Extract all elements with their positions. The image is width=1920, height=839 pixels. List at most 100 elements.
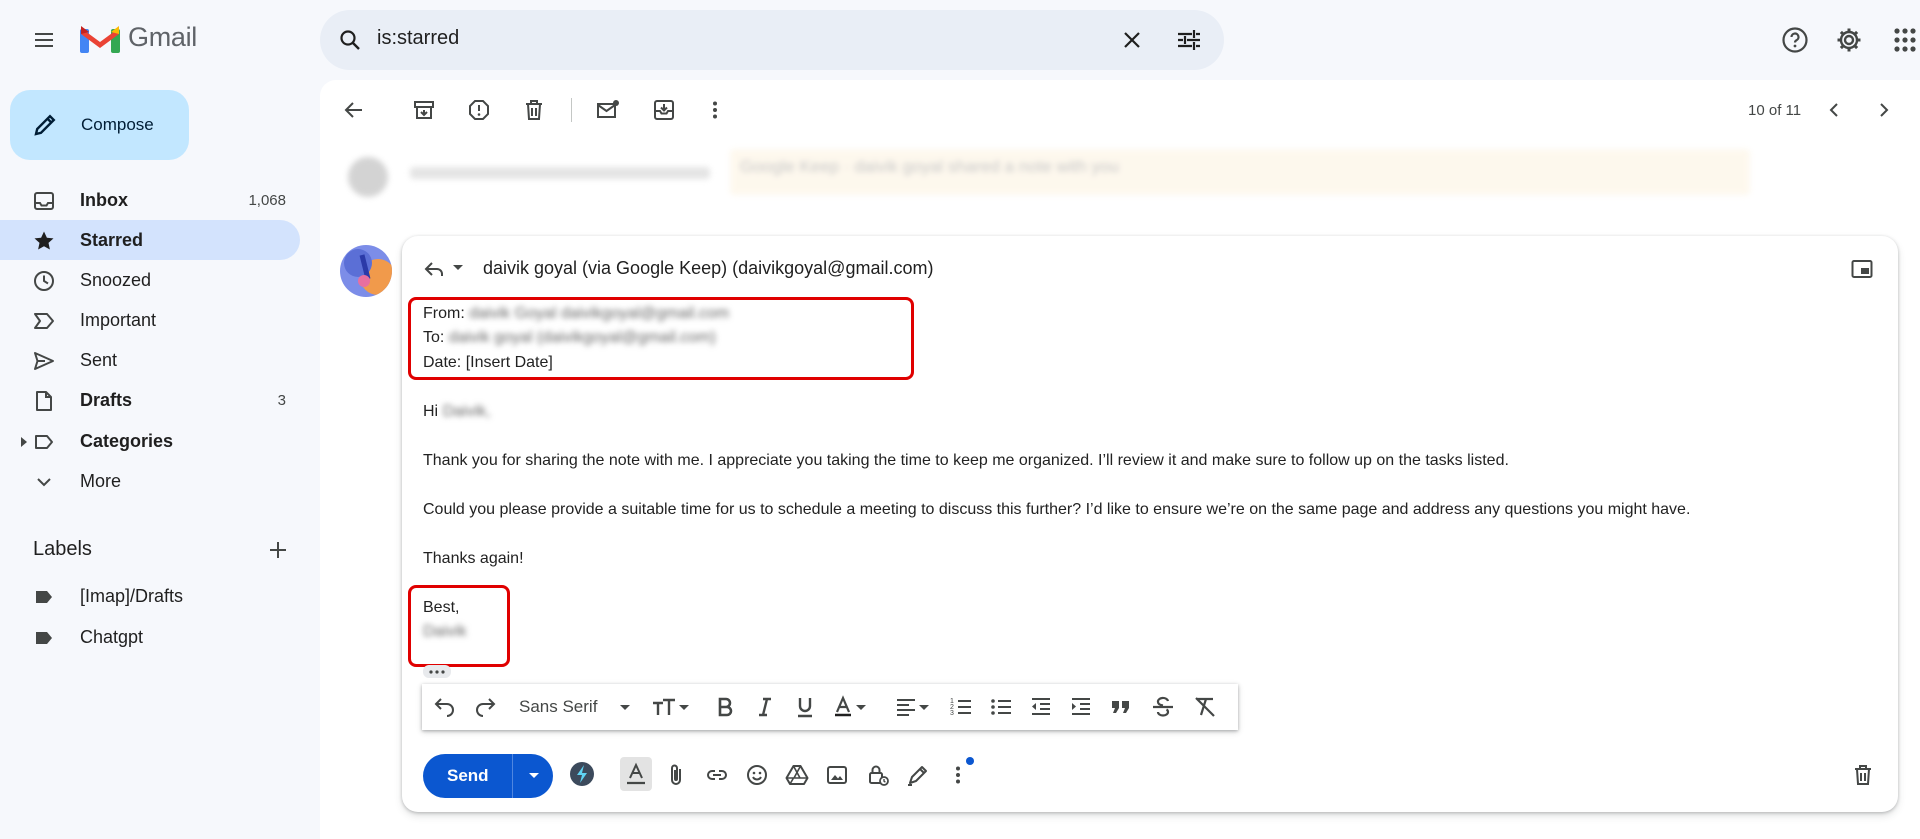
- label-tag-icon: [36, 591, 52, 603]
- sidebar-item-starred[interactable]: Starred: [0, 220, 300, 260]
- font-dropdown-icon[interactable]: [619, 704, 631, 711]
- align-icon[interactable]: [894, 695, 932, 719]
- note-snippet: Google Keep · daivik goyal shared a note…: [740, 157, 1119, 176]
- sidebar-item-drafts[interactable]: Drafts 3: [0, 380, 300, 420]
- back-arrow-icon[interactable]: [342, 98, 366, 122]
- confidential-mode-icon[interactable]: [866, 763, 890, 787]
- date-line: Date: [Insert Date]: [423, 354, 553, 371]
- quote-icon[interactable]: [1109, 695, 1133, 719]
- font-size-icon[interactable]: [651, 695, 689, 719]
- search-icon[interactable]: [338, 28, 362, 52]
- remove-formatting-icon[interactable]: [1193, 695, 1217, 719]
- bulleted-list-icon[interactable]: [989, 695, 1013, 719]
- sidebar-item-label: Snoozed: [80, 270, 152, 290]
- label-item-chatgpt[interactable]: Chatgpt: [0, 617, 300, 657]
- previous-message-collapsed[interactable]: Google Keep · daivik goyal shared a note…: [330, 145, 1770, 215]
- pop-out-icon[interactable]: [1851, 259, 1873, 279]
- google-apps-button[interactable]: [1893, 20, 1920, 60]
- discard-draft-icon[interactable]: [1851, 763, 1875, 787]
- gmail-wordmark: Gmail: [128, 22, 198, 52]
- from-value: daivik Goyal daivikgoyal@gmail.com: [469, 305, 730, 322]
- show-trimmed-content-button[interactable]: [423, 665, 451, 678]
- sidebar-item-label: Important: [80, 310, 157, 330]
- unread-count: 1,068: [248, 192, 286, 209]
- more-vert-icon[interactable]: [703, 98, 727, 122]
- greeting-line: Hi Daivik,: [423, 403, 491, 421]
- to-line: To: daivik goyal (daivikgoyal@gmail.com): [423, 329, 716, 347]
- report-spam-icon[interactable]: [467, 98, 491, 122]
- mark-unread-icon[interactable]: [596, 98, 620, 122]
- body-paragraph-2: Could you please provide a suitable time…: [423, 501, 1691, 518]
- delete-icon[interactable]: [522, 98, 546, 122]
- text-color-icon[interactable]: [833, 695, 867, 719]
- greeting-name: Daivik,: [442, 403, 491, 420]
- chevron-left-icon[interactable]: [1822, 98, 1846, 122]
- avatar: [340, 245, 392, 297]
- bold-icon[interactable]: [713, 695, 737, 719]
- search-input[interactable]: is:starred: [377, 27, 459, 50]
- underline-icon[interactable]: [793, 695, 817, 719]
- google-drive-icon[interactable]: [785, 763, 809, 787]
- insert-link-icon[interactable]: [705, 763, 729, 787]
- gmail-logo[interactable]: Gmail: [80, 22, 197, 53]
- sidebar-item-label: More: [80, 471, 122, 491]
- indent-less-icon[interactable]: [1029, 695, 1053, 719]
- strikethrough-icon[interactable]: [1151, 695, 1175, 719]
- emoji-icon[interactable]: [745, 763, 769, 787]
- numbered-list-icon[interactable]: 123: [949, 695, 973, 719]
- reply-type-dropdown-icon[interactable]: [452, 264, 464, 272]
- pencil-icon: [34, 114, 56, 136]
- support-button[interactable]: [1775, 20, 1815, 60]
- italic-icon[interactable]: [753, 695, 777, 719]
- compose-button[interactable]: Compose: [10, 90, 189, 160]
- sidebar-item-inbox[interactable]: Inbox 1,068: [0, 180, 300, 220]
- clock-icon: [34, 271, 54, 291]
- expand-arrow-icon[interactable]: [20, 437, 28, 447]
- compose-label: Compose: [81, 115, 154, 134]
- star-icon: [34, 231, 54, 250]
- main-menu-button[interactable]: [24, 20, 64, 60]
- redo-icon[interactable]: [473, 695, 497, 719]
- chevron-down-icon: [37, 478, 51, 487]
- sidebar-item-label: Starred: [80, 230, 144, 250]
- insert-photo-icon[interactable]: [825, 763, 849, 787]
- search-bar[interactable]: is:starred: [320, 10, 1224, 70]
- archive-icon[interactable]: [412, 98, 436, 122]
- formatting-toolbar: Sans Serif 123: [422, 684, 1238, 730]
- toolbar-divider: [571, 98, 572, 122]
- sidebar-item-label: Inbox: [80, 190, 128, 210]
- notification-dot: [966, 757, 974, 765]
- formatting-options-button[interactable]: [620, 757, 652, 791]
- reply-icon[interactable]: [423, 259, 445, 279]
- clear-search-icon[interactable]: [1120, 28, 1144, 52]
- send-button[interactable]: Send: [423, 754, 553, 798]
- chevron-right-icon[interactable]: [1872, 98, 1896, 122]
- more-options-icon[interactable]: [946, 763, 970, 787]
- sidebar-item-more[interactable]: More: [0, 461, 300, 501]
- sidebar-item-sent[interactable]: Sent: [0, 340, 300, 380]
- sidebar-item-snoozed[interactable]: Snoozed: [0, 260, 300, 300]
- label-item-imap-drafts[interactable]: [Imap]/Drafts: [0, 576, 300, 616]
- sender-placeholder: [410, 167, 710, 179]
- signature-pen-icon[interactable]: [906, 763, 930, 787]
- inbox-icon: [34, 192, 54, 210]
- sidebar-item-categories[interactable]: Categories: [0, 421, 300, 461]
- move-to-icon[interactable]: [652, 98, 676, 122]
- recipient-field[interactable]: daivik goyal (via Google Keep) (daivikgo…: [483, 258, 933, 279]
- settings-button[interactable]: [1829, 20, 1869, 60]
- extension-lightning-icon[interactable]: [569, 761, 595, 787]
- sidebar-item-important[interactable]: Important: [0, 300, 300, 340]
- gear-icon: [1837, 28, 1861, 52]
- hamburger-icon: [35, 33, 53, 47]
- label-name: [Imap]/Drafts: [80, 586, 184, 606]
- attach-file-icon[interactable]: [664, 763, 688, 787]
- draft-file-icon: [36, 391, 52, 411]
- sidebar-item-label: Sent: [80, 350, 118, 370]
- indent-more-icon[interactable]: [1069, 695, 1093, 719]
- send-options-dropdown-icon[interactable]: [528, 772, 540, 780]
- add-label-icon[interactable]: [266, 538, 290, 562]
- search-options-icon[interactable]: [1176, 28, 1202, 52]
- text-format-icon: [627, 762, 645, 785]
- undo-icon[interactable]: [433, 695, 457, 719]
- font-family-select[interactable]: Sans Serif: [519, 697, 597, 717]
